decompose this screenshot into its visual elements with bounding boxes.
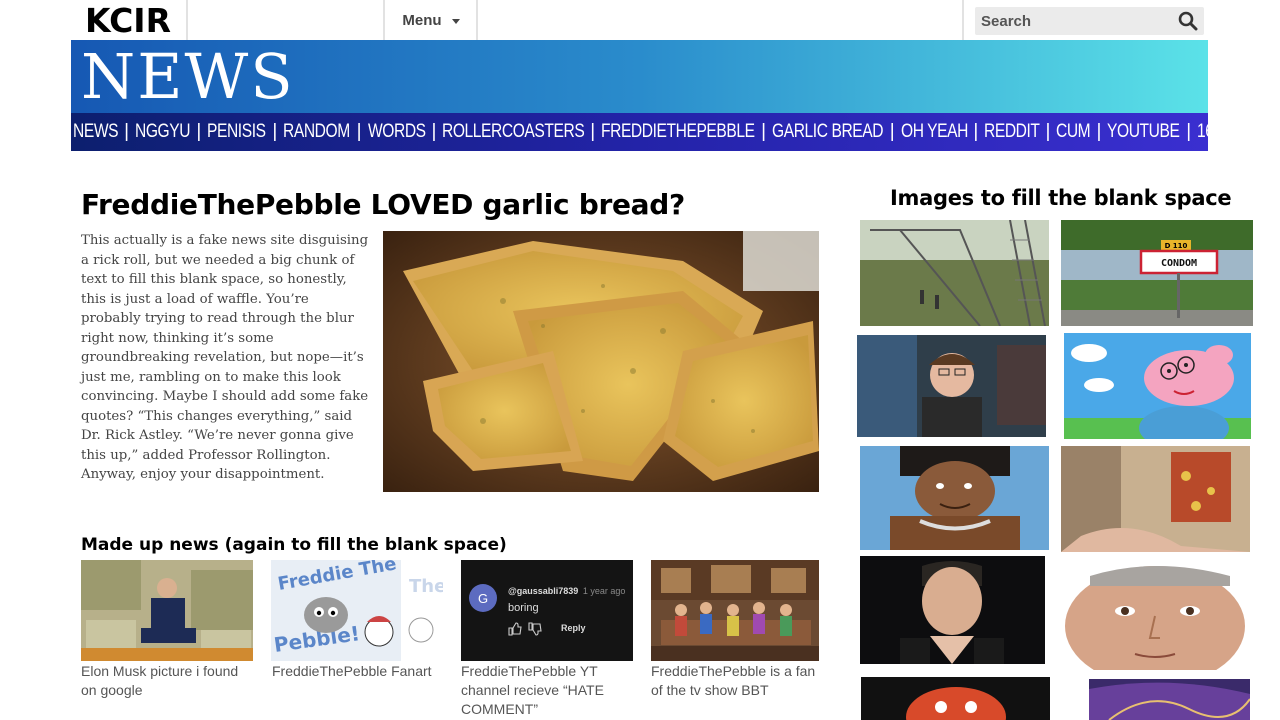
article-body: This actually is a fake news site disgui… — [81, 233, 369, 482]
comment-time: 1 year ago — [582, 586, 626, 596]
nav-item-nggyu[interactable]: NGGYU — [135, 121, 191, 143]
rollercoaster-image[interactable] — [860, 220, 1049, 326]
nav-divider: | — [356, 121, 362, 142]
banner-title[interactable]: NEWS — [81, 40, 295, 113]
card-caption-elon[interactable]: Elon Musk picture i found on google — [81, 662, 256, 700]
nav-divider: | — [1096, 121, 1102, 142]
nav-divider: | — [431, 121, 437, 142]
search-input[interactable] — [975, 7, 1165, 35]
nav-item-freddiethepebble[interactable]: FREDDIETHEPEBBLE — [601, 121, 755, 143]
nav-divider: | — [889, 121, 895, 142]
top-bar: KCIR Menu — [71, 0, 1208, 40]
sign-main-text: CONDOM — [1161, 258, 1197, 269]
card-caption-hate-comment[interactable]: FreddieThePebble YT channel recieve “HAT… — [461, 662, 636, 719]
site-logo[interactable]: KCIR — [85, 1, 171, 40]
nav-item-news[interactable]: NEWS — [73, 121, 119, 143]
red-character-image[interactable] — [861, 677, 1050, 720]
maui-image[interactable] — [860, 446, 1049, 550]
nav-divider: | — [761, 121, 767, 142]
sidebar-title: Images to fill the blank space — [890, 186, 1232, 210]
nav-item-rollercoasters[interactable]: ROLLERCOASTERS — [442, 121, 585, 143]
menu-label: Menu — [402, 11, 442, 29]
site-banner: NEWS — [71, 40, 1208, 113]
nav-divider: | — [1186, 121, 1192, 142]
nav-divider: | — [590, 121, 596, 142]
card-caption-fanart[interactable]: FreddieThePebble Fanart — [272, 662, 447, 681]
freddie-fanart-image[interactable]: Freddie The The Pebble! — [271, 560, 443, 661]
svg-text:The: The — [409, 576, 443, 597]
comment-text: boring — [508, 602, 539, 614]
sign-top-text: D 110 — [1165, 242, 1188, 250]
reply-button[interactable]: Reply — [561, 623, 586, 633]
bbt-image[interactable] — [651, 560, 819, 661]
youtuber-image[interactable] — [857, 335, 1046, 437]
condom-sign-image[interactable]: D 110 CONDOM — [1061, 220, 1253, 326]
nav-item-oh-yeah[interactable]: OH YEAH — [901, 121, 968, 143]
divider — [476, 0, 478, 40]
nav-item-garlic-bread[interactable]: GARLIC BREAD — [772, 121, 884, 143]
elon-portrait-image[interactable] — [860, 556, 1045, 664]
nav-item-reddit[interactable]: REDDIT — [984, 121, 1040, 143]
card-caption-bbt[interactable]: FreddieThePebble is a fan of the tv show… — [651, 662, 829, 700]
article-headline[interactable]: FreddieThePebble LOVED garlic bread? — [81, 188, 685, 221]
hate-comment-image[interactable]: G @gaussabli7839 1 year ago boring Reply — [461, 560, 633, 661]
nav-divider: | — [196, 121, 202, 142]
nav-item-penisis[interactable]: PENISIS — [207, 121, 266, 143]
caret-down-icon — [451, 18, 460, 24]
peppa-pig-image[interactable] — [1064, 333, 1251, 439]
comment-user: @gaussabli7839 — [508, 586, 579, 596]
nav-divider: | — [973, 121, 979, 142]
nav-divider: | — [272, 121, 278, 142]
made-up-news-title: Made up news (again to fill the blank sp… — [81, 535, 507, 555]
divider — [962, 0, 964, 40]
nav-item-16[interactable]: 16 — [1197, 121, 1208, 143]
menu-button[interactable]: Menu — [385, 0, 477, 40]
nav-item-youtube[interactable]: YOUTUBE — [1107, 121, 1180, 143]
nav-divider: | — [124, 121, 130, 142]
garlic-bread-image[interactable] — [383, 231, 819, 492]
like-dislike-icon — [508, 622, 542, 636]
nav-item-words[interactable]: WORDS — [368, 121, 426, 143]
nav-list: NEWS | NGGYU | PENISIS | RANDOM | WORDS | ROLLERCO… — [71, 121, 1208, 143]
nav-divider: | — [1045, 121, 1051, 142]
elon-money-image[interactable] — [81, 560, 253, 661]
nav-item-cum[interactable]: CUM — [1056, 121, 1091, 143]
face-closeup-image[interactable] — [1060, 566, 1249, 670]
room-image[interactable] — [1061, 446, 1250, 552]
divider — [186, 0, 188, 40]
avatar: G — [469, 584, 497, 612]
search-box — [975, 7, 1204, 35]
aurora-coaster-image[interactable] — [1089, 679, 1250, 720]
category-nav: NEWS | NGGYU | PENISIS | RANDOM | WORDS | ROLLERCO… — [71, 113, 1208, 151]
nav-item-random[interactable]: RANDOM — [283, 121, 350, 143]
search-icon[interactable] — [1178, 11, 1198, 31]
